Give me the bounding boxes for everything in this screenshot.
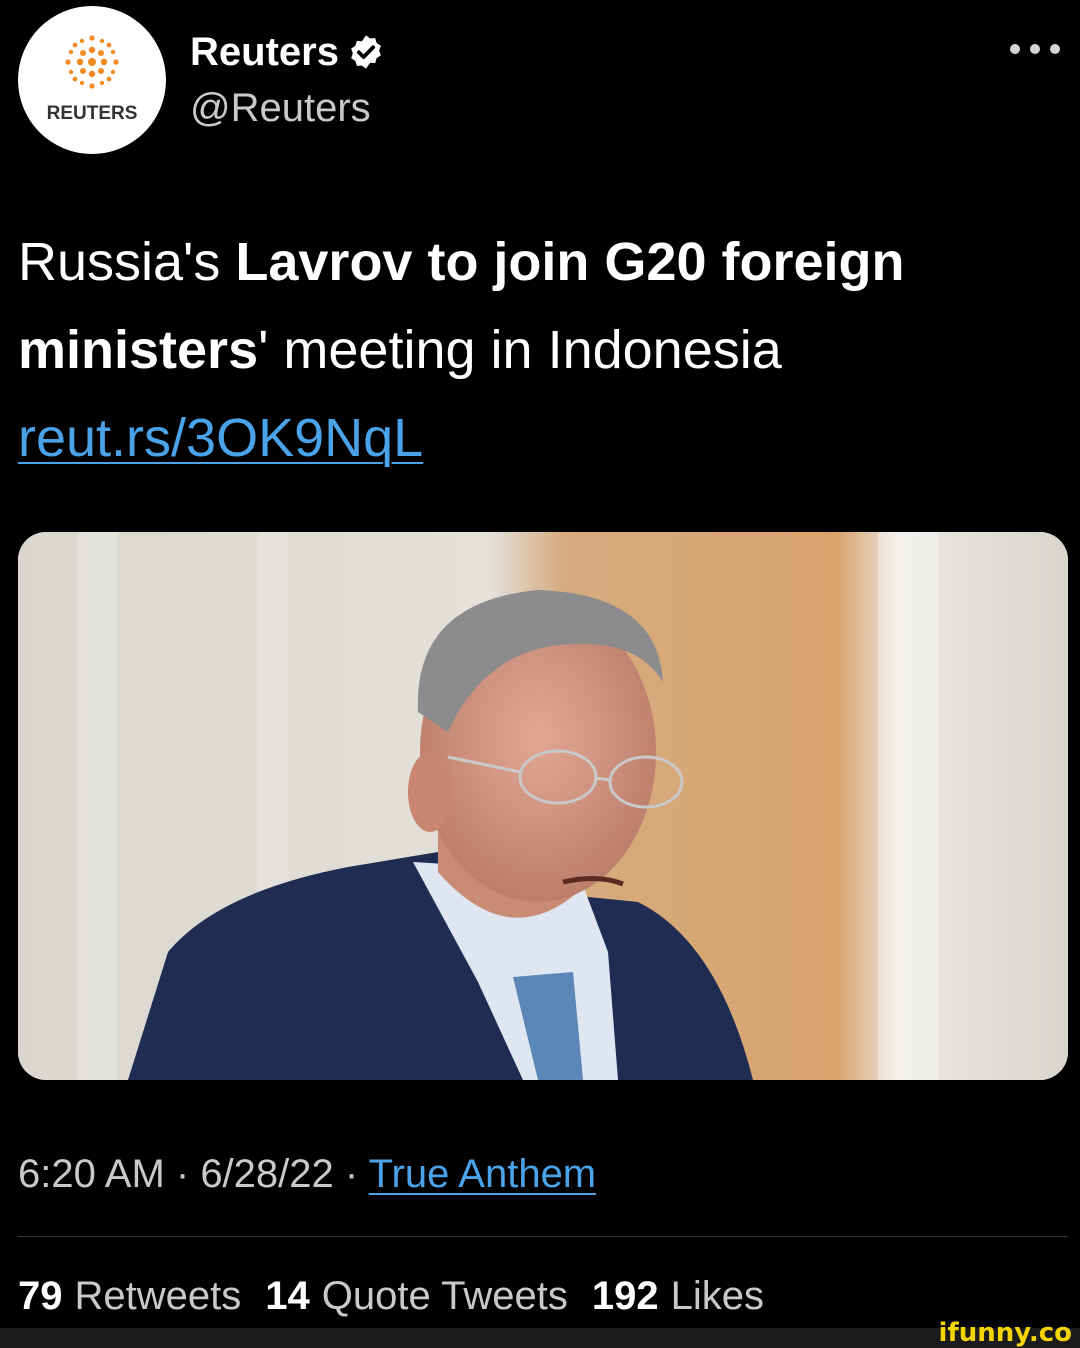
- tweet-text-part-1: Russia's: [18, 232, 236, 292]
- retweets-label: Retweets: [74, 1274, 242, 1318]
- handle[interactable]: @Reuters: [190, 84, 371, 132]
- display-name[interactable]: Reuters: [190, 28, 339, 76]
- tweet-link[interactable]: reut.rs/3OK9NqL: [18, 408, 423, 468]
- footer-bar: [0, 1328, 1080, 1348]
- retweets-count: 79: [18, 1274, 63, 1318]
- tweet-image[interactable]: [18, 532, 1068, 1080]
- tweet-stats: 79 Retweets 14 Quote Tweets 192 Likes: [18, 1270, 764, 1322]
- quotes-label: Quote Tweets: [321, 1274, 568, 1318]
- likes-count: 192: [591, 1274, 659, 1318]
- more-options-icon[interactable]: [1010, 34, 1060, 64]
- lavrov-photo: [18, 532, 1068, 1080]
- divider: [18, 1236, 1068, 1237]
- tweet-time: 6:20 AM: [18, 1152, 165, 1196]
- reuters-logo-icon: REUTERS: [47, 35, 138, 124]
- likes-label: Likes: [670, 1274, 764, 1318]
- ifunny-watermark: ifunny.co: [938, 1318, 1072, 1348]
- quotes-count: 14: [265, 1274, 310, 1318]
- verified-badge-icon: [351, 35, 381, 69]
- avatar[interactable]: REUTERS: [18, 6, 166, 154]
- avatar-label: REUTERS: [47, 103, 138, 124]
- meta-separator: ·: [164, 1152, 201, 1196]
- display-name-row[interactable]: Reuters: [190, 28, 385, 76]
- tweet-source-link[interactable]: True Anthem: [369, 1152, 597, 1196]
- tweet-text: Russia's Lavrov to join G20 foreign mini…: [18, 218, 1062, 482]
- tweet-text-part-3: ' meeting in Indonesia: [258, 320, 782, 380]
- retweets-stat[interactable]: 79 Retweets: [18, 1270, 241, 1322]
- tweet-meta: 6:20 AM · 6/28/22 · True Anthem: [18, 1148, 596, 1200]
- meta-separator: ·: [333, 1152, 369, 1196]
- likes-stat[interactable]: 192 Likes: [592, 1270, 764, 1322]
- quote-tweets-stat[interactable]: 14 Quote Tweets: [265, 1270, 568, 1322]
- tweet-date: 6/28/22: [200, 1152, 334, 1196]
